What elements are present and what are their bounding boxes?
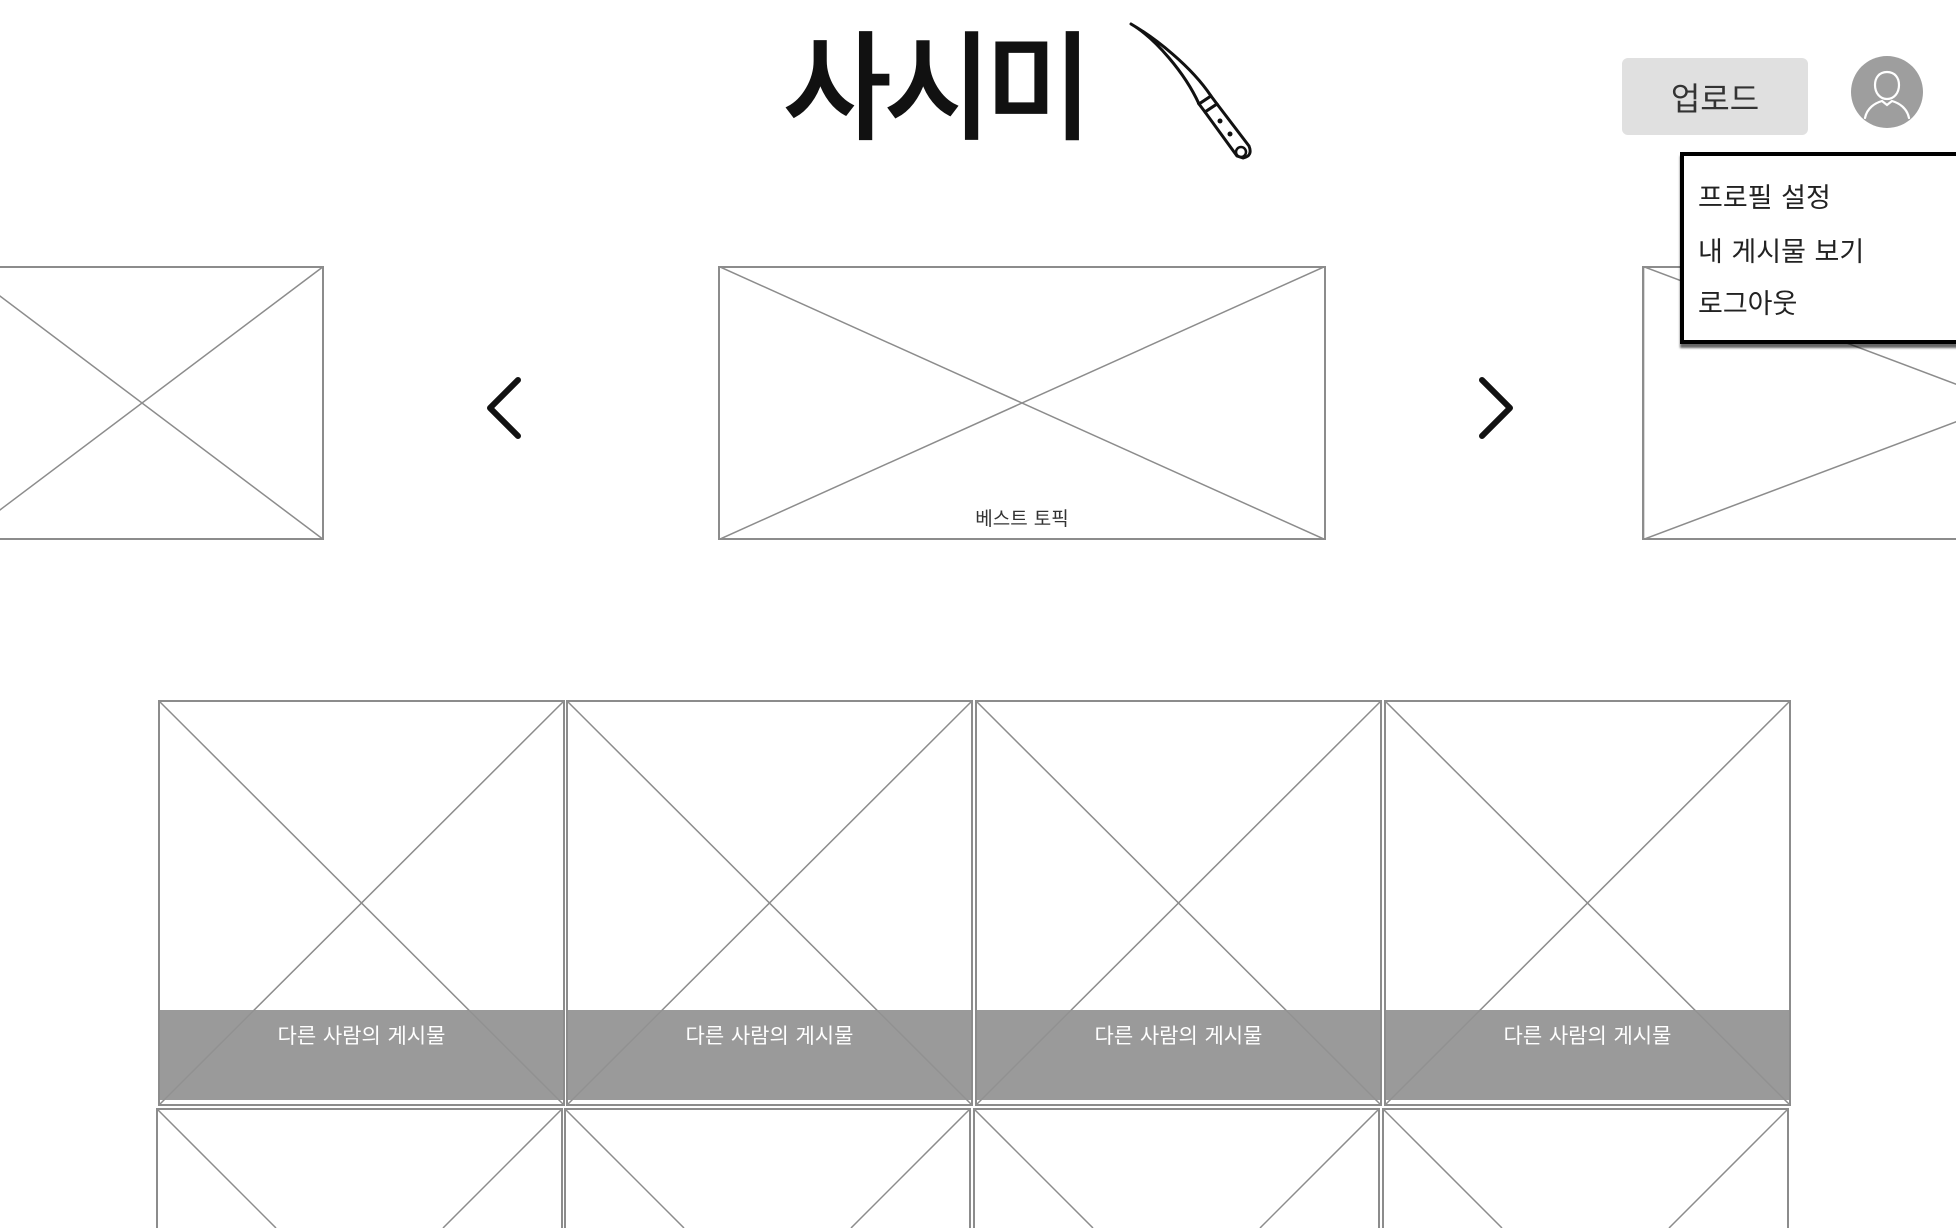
upload-button[interactable]: 업로드 — [1622, 58, 1808, 135]
post-card[interactable] — [564, 1108, 971, 1228]
profile-dropdown-menu: 프로필 설정 내 게시물 보기 로그아웃 — [1680, 152, 1956, 344]
image-placeholder — [564, 1108, 971, 1228]
post-card[interactable]: 다른 사람의 게시물 — [158, 700, 565, 1106]
image-placeholder — [973, 1108, 1380, 1228]
knife-icon — [1129, 22, 1252, 160]
chevron-left-icon — [487, 377, 521, 439]
post-caption: 다른 사람의 게시물 — [1503, 1024, 1672, 1048]
logo-text: 사시미 — [784, 22, 1092, 157]
post-card[interactable] — [156, 1108, 563, 1228]
post-caption-bar: 다른 사람의 게시물 — [977, 1010, 1380, 1100]
post-caption: 다른 사람의 게시물 — [1094, 1024, 1263, 1048]
carousel-slide-best-topic[interactable]: 베스트 토픽 — [718, 266, 1326, 540]
post-card[interactable]: 다른 사람의 게시물 — [566, 700, 973, 1106]
menu-item-logout[interactable]: 로그아웃 — [1698, 282, 1797, 321]
post-card[interactable]: 다른 사람의 게시물 — [1384, 700, 1791, 1106]
user-icon — [1863, 70, 1911, 120]
menu-item-my-posts[interactable]: 내 게시물 보기 — [1698, 230, 1864, 269]
chevron-right-icon — [1479, 377, 1513, 439]
post-caption: 다른 사람의 게시물 — [685, 1024, 854, 1048]
carousel-slide-prev[interactable] — [0, 266, 324, 540]
carousel-next-button[interactable] — [1474, 374, 1518, 442]
image-placeholder — [156, 1108, 563, 1228]
post-card[interactable]: 다른 사람의 게시물 — [975, 700, 1382, 1106]
best-topic-label: 베스트 토픽 — [975, 508, 1069, 530]
image-placeholder — [1382, 1108, 1789, 1228]
post-caption: 다른 사람의 게시물 — [277, 1024, 446, 1048]
image-placeholder — [0, 266, 324, 540]
carousel-prev-button[interactable] — [482, 374, 526, 442]
post-caption-bar: 다른 사람의 게시물 — [160, 1010, 563, 1100]
post-card[interactable] — [1382, 1108, 1789, 1228]
menu-item-profile-settings[interactable]: 프로필 설정 — [1698, 176, 1831, 215]
post-caption-bar: 다른 사람의 게시물 — [1386, 1010, 1789, 1100]
image-placeholder — [718, 266, 1326, 540]
post-caption-bar: 다른 사람의 게시물 — [568, 1010, 971, 1100]
avatar[interactable] — [1851, 56, 1923, 128]
post-card[interactable] — [973, 1108, 1380, 1228]
